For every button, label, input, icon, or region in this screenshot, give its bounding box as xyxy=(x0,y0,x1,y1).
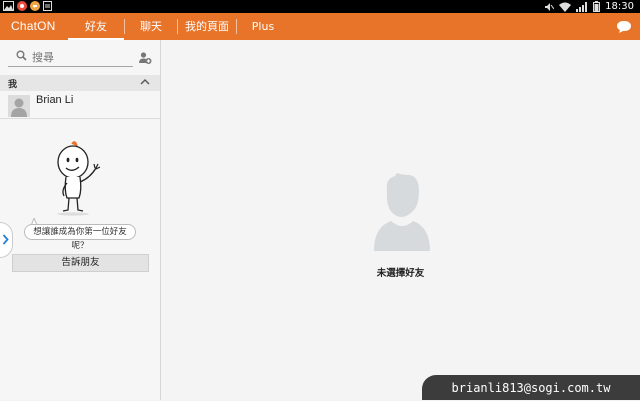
watermark: brianli813@sogi.com.tw xyxy=(422,375,640,400)
section-label: 我 xyxy=(8,80,18,90)
status-time: 18:30 xyxy=(605,1,634,12)
tab-friends[interactable]: 好友 xyxy=(68,13,124,40)
friends-sidebar: 我 Brian Li 想讓誰成為你第一位好友呢？ 告訴朋友 xyxy=(0,40,161,400)
section-header-me[interactable]: 我 xyxy=(0,75,160,91)
status-right: 18:30 xyxy=(544,0,634,13)
chaton-icon xyxy=(30,1,40,11)
tell-friends-button[interactable]: 告訴朋友 xyxy=(12,254,149,272)
avatar xyxy=(8,95,30,117)
speech-bubble: 想讓誰成為你第一位好友呢？ xyxy=(24,224,136,251)
clipboard-icon xyxy=(43,1,52,11)
signal-icon xyxy=(576,1,588,12)
empty-avatar-icon xyxy=(374,173,430,251)
notification-icon xyxy=(17,1,27,11)
friend-detail-pane: 未選擇好友 xyxy=(161,40,640,400)
no-friend-selected-label: 未選擇好友 xyxy=(376,268,425,279)
tab-my-page[interactable]: 我的頁面 xyxy=(178,13,236,40)
search-box[interactable] xyxy=(8,48,133,67)
battery-icon xyxy=(593,1,601,12)
friend-list-item[interactable]: Brian Li xyxy=(0,92,160,119)
top-bar: ChatON 好友 聊天 我的頁面 Plus xyxy=(0,13,640,40)
sidebar-expand-handle[interactable] xyxy=(0,222,13,258)
friend-name: Brian Li xyxy=(36,94,74,106)
tab-chats[interactable]: 聊天 xyxy=(125,13,177,40)
status-left-icons xyxy=(3,1,52,11)
mascot-illustration xyxy=(57,141,101,216)
status-bar: 18:30 xyxy=(0,0,640,13)
search-icon xyxy=(16,50,27,61)
chevron-right-icon xyxy=(2,234,9,245)
image-icon xyxy=(3,1,14,11)
chevron-up-icon[interactable] xyxy=(140,78,150,85)
chat-bubble-icon[interactable] xyxy=(616,19,632,38)
app-title: ChatON xyxy=(11,19,56,33)
add-friend-icon[interactable] xyxy=(138,50,152,69)
tab-plus[interactable]: Plus xyxy=(237,13,289,40)
mute-icon xyxy=(545,2,555,11)
search-input[interactable] xyxy=(32,48,132,66)
wifi-icon xyxy=(559,2,572,12)
